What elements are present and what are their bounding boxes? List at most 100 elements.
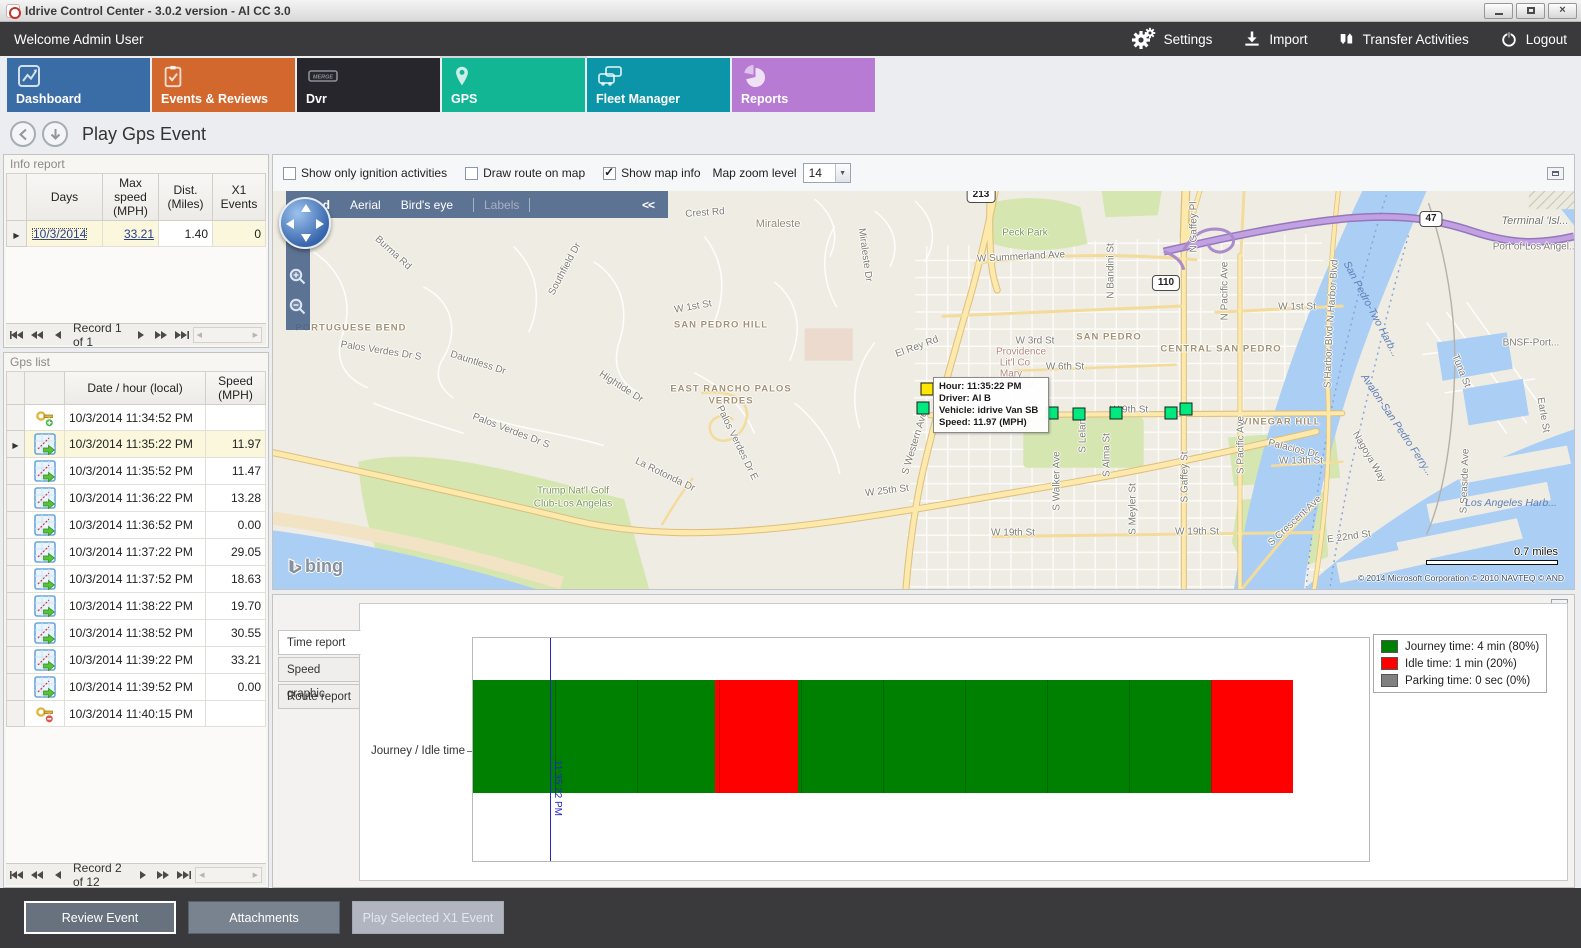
gps-speed-value: 13.28 xyxy=(206,485,266,512)
gps-date-value: 10/3/2014 11:38:52 PM xyxy=(65,620,206,647)
col-days[interactable]: Days xyxy=(27,174,103,221)
scroll-right-icon[interactable]: ▶ xyxy=(253,331,258,339)
tab-events[interactable]: Events & Reviews xyxy=(152,58,295,112)
collapse-down-button[interactable] xyxy=(42,121,68,147)
map-style-labels[interactable]: Labels xyxy=(473,198,530,212)
route-marker[interactable] xyxy=(1110,407,1123,420)
grid-hscrollbar[interactable]: ◀▶ xyxy=(193,327,262,343)
gps-list-row[interactable]: 10/3/2014 11:35:52 PM11.47 xyxy=(7,458,266,485)
col-dist[interactable]: Dist. (Miles) xyxy=(159,174,213,221)
topbar-logout-button[interactable]: Logout xyxy=(1499,29,1567,49)
chart-tab-route-report[interactable]: Route report xyxy=(278,684,360,709)
close-button[interactable]: × xyxy=(1548,3,1577,19)
gps-date-value: 10/3/2014 11:40:15 PM xyxy=(65,701,206,727)
col-x1-events[interactable]: X1 Events xyxy=(213,174,266,221)
map-toolbar-collapse-button[interactable]: << xyxy=(642,198,654,212)
nav-prev-page-button[interactable] xyxy=(30,870,44,880)
tab-reports[interactable]: Reports xyxy=(732,58,875,112)
scroll-left-icon[interactable]: ◀ xyxy=(199,871,204,879)
zoom-out-button[interactable] xyxy=(288,297,307,321)
scale-text: 0.7 miles xyxy=(1426,546,1558,558)
gps-list-row[interactable]: 10/3/2014 11:36:22 PM13.28 xyxy=(7,485,266,512)
col-max-speed[interactable]: Max speed (MPH) xyxy=(103,174,159,221)
gps-list-row[interactable]: 10/3/2014 11:40:15 PM xyxy=(7,701,266,727)
map-pan-control[interactable] xyxy=(279,197,331,249)
timeline-segment-journey xyxy=(798,680,1211,793)
topbar-settings-button[interactable]: Settings xyxy=(1131,27,1213,51)
nav-prev-button[interactable] xyxy=(50,330,63,340)
map-copyright: © 2014 Microsoft Corporation © 2010 NAVT… xyxy=(1358,573,1564,583)
map-label-trump-nat-l-golf: Trump Nat'l Golf xyxy=(537,486,609,497)
col-speed[interactable]: Speed (MPH) xyxy=(206,372,266,405)
chart-tab-speed-graphic[interactable]: Speed graphic xyxy=(278,657,360,682)
map-zoom-select[interactable]: 14 ▼ xyxy=(803,163,851,183)
page-header: Play Gps Event xyxy=(0,114,1581,154)
checkbox-show-only-ignition-activities[interactable]: Show only ignition activities xyxy=(283,166,447,180)
attachments-button[interactable]: Attachments xyxy=(188,901,340,934)
col-date-hour[interactable]: Date / hour (local) xyxy=(65,372,206,405)
nav-first-button[interactable] xyxy=(10,870,24,880)
timeline-gridline xyxy=(1129,680,1130,793)
topbar-transfer-button[interactable]: Transfer Activities xyxy=(1338,29,1469,49)
gps-list-row[interactable]: 10/3/2014 11:37:22 PM29.05 xyxy=(7,539,266,566)
gps-list-row[interactable]: 10/3/2014 11:38:52 PM30.55 xyxy=(7,620,266,647)
time-cursor-line[interactable] xyxy=(550,638,551,861)
bing-map[interactable]: RoadAerialBird's eyeLabels << Hour: 11:3… xyxy=(273,191,1574,589)
gps-list-row[interactable]: ▶10/3/2014 11:35:22 PM11.97 xyxy=(7,431,266,458)
route-marker[interactable] xyxy=(1073,408,1086,421)
map-label-tuna-st: Tuna St xyxy=(1449,353,1472,389)
nav-first-button[interactable] xyxy=(10,330,24,340)
nav-next-page-button[interactable] xyxy=(157,870,171,880)
record-nav-back-buttons xyxy=(10,870,63,880)
tab-fleet[interactable]: Fleet Manager xyxy=(587,58,730,112)
back-button[interactable] xyxy=(10,121,36,147)
gps-list-row[interactable]: 10/3/2014 11:39:22 PM33.21 xyxy=(7,647,266,674)
gps-list-row[interactable]: 10/3/2014 11:37:52 PM18.63 xyxy=(7,566,266,593)
gps-list-row[interactable]: 10/3/2014 11:34:52 PM xyxy=(7,405,266,431)
record-nav-back-buttons xyxy=(10,330,63,340)
nav-prev-page-button[interactable] xyxy=(30,330,44,340)
review-event-button[interactable]: Review Event xyxy=(24,901,176,934)
zoom-in-button[interactable] xyxy=(288,267,307,291)
topbar: Welcome Admin User SettingsImportTransfe… xyxy=(0,22,1581,56)
day-link[interactable]: 10/3/2014 xyxy=(31,227,88,241)
route-marker[interactable] xyxy=(1180,403,1193,416)
nav-prev-button[interactable] xyxy=(50,870,63,880)
checkbox-draw-route-on-map[interactable]: Draw route on map xyxy=(465,166,585,180)
maximize-button[interactable] xyxy=(1516,3,1545,19)
grid-hscrollbar[interactable]: ◀▶ xyxy=(195,867,262,883)
tab-dvr[interactable]: MERGEDvr xyxy=(297,58,440,112)
route-marker-start[interactable] xyxy=(921,383,934,396)
nav-last-button[interactable] xyxy=(175,330,189,340)
route-marker[interactable] xyxy=(917,402,930,415)
map-label-el-rey-rd: El Rey Rd xyxy=(894,334,940,360)
grid-corner xyxy=(7,174,27,221)
map-label-los-angeles-harb: Los Angeles Harb... xyxy=(1465,497,1557,509)
map-label-s-western-ave: S Western Ave xyxy=(900,410,930,476)
map-style-aerial[interactable]: Aerial xyxy=(350,198,381,212)
max-speed-link[interactable]: 33.21 xyxy=(124,227,154,241)
gps-speed-value: 33.21 xyxy=(206,647,266,674)
gps-list-row[interactable]: 10/3/2014 11:36:52 PM0.00 xyxy=(7,512,266,539)
info-report-row[interactable]: ▶ 10/3/2014 33.21 1.40 0 xyxy=(7,221,266,247)
time-cursor-label: 11:35:22 PM xyxy=(552,760,563,816)
scroll-left-icon[interactable]: ◀ xyxy=(197,331,202,339)
minimize-button[interactable] xyxy=(1484,3,1513,19)
timeline-gridline xyxy=(719,680,720,793)
nav-next-page-button[interactable] xyxy=(155,330,169,340)
chart-tab-time-report[interactable]: Time report xyxy=(278,630,361,655)
gps-list-row[interactable]: 10/3/2014 11:39:52 PM0.00 xyxy=(7,674,266,701)
checkbox-show-map-info[interactable]: Show map info xyxy=(603,166,700,180)
scroll-right-icon[interactable]: ▶ xyxy=(253,871,258,879)
nav-next-button[interactable] xyxy=(136,330,149,340)
nav-last-button[interactable] xyxy=(177,870,191,880)
tab-gps[interactable]: GPS xyxy=(442,58,585,112)
map-label-crest-rd: Crest Rd xyxy=(685,206,725,220)
gps-list-row[interactable]: 10/3/2014 11:38:22 PM19.70 xyxy=(7,593,266,620)
tab-dashboard[interactable]: Dashboard xyxy=(7,58,150,112)
map-panel-collapse-button[interactable] xyxy=(1547,167,1564,180)
topbar-import-button[interactable]: Import xyxy=(1242,29,1307,49)
map-style-bird-s-eye[interactable]: Bird's eye xyxy=(401,198,453,212)
nav-next-button[interactable] xyxy=(138,870,151,880)
route-marker[interactable] xyxy=(1165,407,1178,420)
